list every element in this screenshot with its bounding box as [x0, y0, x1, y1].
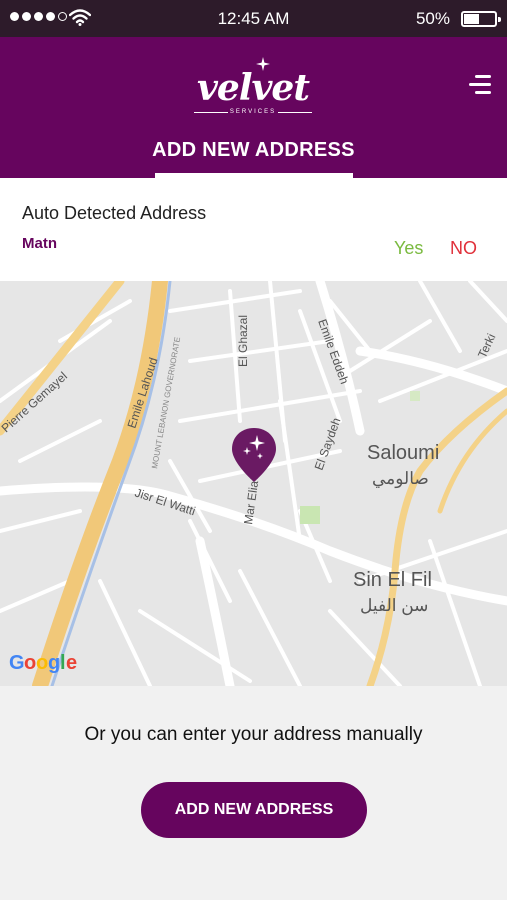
map-view[interactable]: Pierre Gemayel Emile Lahoud MOUNT LEBANO…	[0, 281, 507, 686]
svg-text:g: g	[48, 652, 60, 674]
velvet-logo: velvet SERVICES	[190, 57, 316, 117]
auto-detected-title: Auto Detected Address	[22, 203, 207, 223]
detected-area: Matn	[22, 235, 57, 252]
auto-detected-address-panel: Auto Detected Address Matn Yes NO	[0, 178, 507, 281]
svg-text:e: e	[66, 652, 77, 674]
manual-entry-hint: Or you can enter your address manually	[84, 724, 423, 745]
confirm-yes-button[interactable]: Yes	[394, 238, 423, 259]
map-label-el-ghazal: El Ghazal	[236, 315, 250, 367]
battery-icon	[461, 11, 501, 27]
map-label-saloumi-arabic: صالومي	[372, 469, 429, 489]
logo-wordmark: velvet	[197, 67, 310, 109]
manual-entry-section: Or you can enter your address manually A…	[0, 686, 507, 900]
map-label-sin-el-fil: Sin El Fil	[353, 569, 432, 591]
svg-text:o: o	[36, 652, 48, 674]
svg-text:G: G	[9, 652, 25, 674]
svg-text:o: o	[24, 652, 36, 674]
status-bar: 12:45 AM 50%	[0, 0, 507, 37]
add-new-address-button[interactable]: ADD NEW ADDRESS	[141, 782, 367, 838]
location-pin-icon[interactable]	[230, 426, 278, 484]
confirm-no-button[interactable]: NO	[450, 238, 477, 259]
svg-text:l: l	[60, 652, 66, 674]
map-label-sin-el-fil-arabic: سن الفيل	[360, 596, 428, 616]
google-attribution: G o o g l e	[9, 652, 77, 674]
battery-fill	[464, 14, 480, 24]
app-header: velvet SERVICES ADD NEW ADDRESS	[0, 37, 507, 178]
page-title: ADD NEW ADDRESS	[152, 139, 355, 161]
map-label-saloumi: Saloumi	[367, 442, 439, 464]
menu-icon[interactable]	[465, 73, 491, 99]
battery-percentage: 50%	[415, 9, 450, 28]
